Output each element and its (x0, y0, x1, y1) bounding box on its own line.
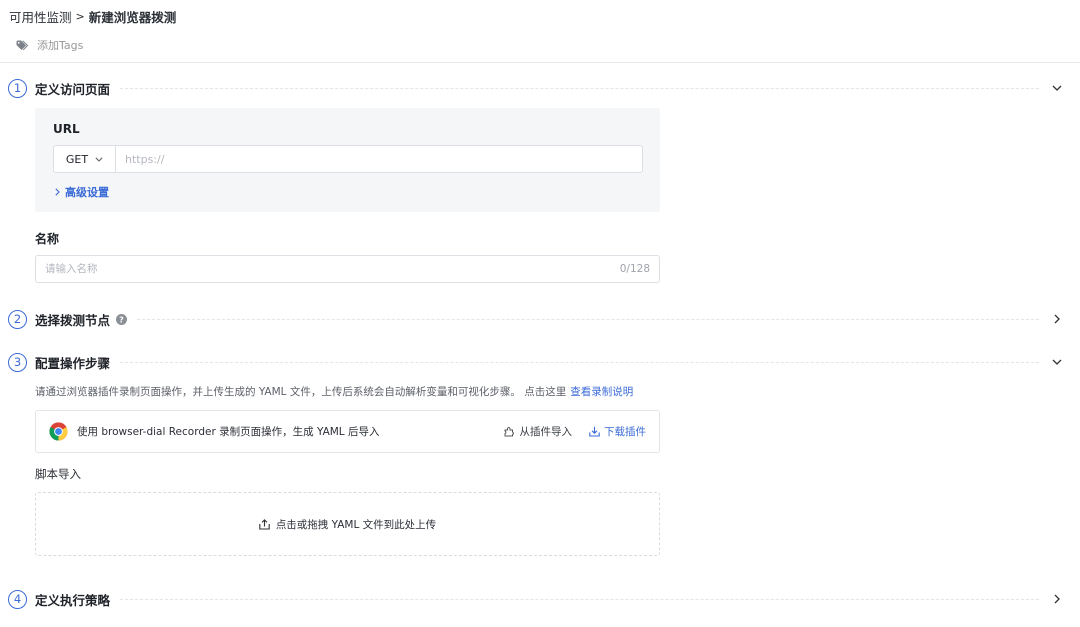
download-plugin-label: 下载插件 (604, 426, 646, 438)
recording-guide-link[interactable]: 查看录制说明 (570, 384, 633, 399)
step-number: 2 (8, 309, 27, 329)
advanced-settings-toggle[interactable]: 高级设置 (55, 184, 109, 200)
add-tags-label: 添加Tags (37, 39, 84, 52)
url-label: URL (53, 122, 80, 136)
breadcrumb: 可用性监测 > 新建浏览器拨测 (9, 7, 176, 26)
import-from-plugin-button[interactable]: 从插件导入 (504, 424, 573, 439)
help-icon[interactable]: ? (116, 313, 128, 325)
steps-description-text: 请通过浏览器插件录制页面操作，并上传生成的 YAML 文件，上传后系统会自动解析… (35, 386, 567, 398)
chrome-icon (49, 422, 68, 441)
step-number: 1 (8, 78, 27, 98)
section-divider (120, 361, 1039, 363)
section-title: 选择拨测节点 (35, 312, 111, 328)
page-title: 新建浏览器拨测 (88, 10, 177, 25)
section-select-nodes[interactable]: 2 选择拨测节点 ? (8, 308, 1063, 330)
name-input[interactable] (36, 263, 620, 275)
chevron-right-icon[interactable] (1051, 593, 1063, 605)
name-char-counter: 0/128 (619, 263, 650, 275)
chevron-down-icon[interactable] (1051, 82, 1063, 94)
step-number: 4 (8, 589, 27, 609)
name-field: 0/128 (35, 255, 660, 283)
section-title: 定义执行策略 (35, 592, 111, 608)
section-execution-policy[interactable]: 4 定义执行策略 (8, 588, 1063, 610)
section-title: 配置操作步骤 (35, 355, 111, 371)
yaml-upload-dropzone[interactable]: 点击或拖拽 YAML 文件到此处上传 (35, 492, 660, 556)
tag-icon (16, 39, 29, 50)
recorder-card: 使用 browser-dial Recorder 录制页面操作，生成 YAML … (35, 410, 660, 453)
url-input-group: GET (53, 145, 643, 173)
section-title: 定义访问页面 (35, 81, 111, 97)
add-tags-button[interactable]: 添加Tags (16, 37, 83, 53)
section-define-page[interactable]: 1 定义访问页面 (8, 77, 1063, 99)
header-divider (0, 62, 1080, 63)
section-divider (120, 87, 1039, 89)
download-icon (589, 426, 600, 437)
svg-text:?: ? (119, 315, 124, 324)
chevron-right-icon (55, 188, 60, 196)
recorder-description: 使用 browser-dial Recorder 录制页面操作，生成 YAML … (77, 426, 380, 438)
breadcrumb-separator: > (75, 10, 85, 23)
steps-description: 请通过浏览器插件录制页面操作，并上传生成的 YAML 文件，上传后系统会自动解析… (35, 384, 633, 399)
section-divider (120, 598, 1039, 600)
download-plugin-button[interactable]: 下载插件 (589, 424, 646, 439)
method-select[interactable]: GET (54, 146, 116, 172)
breadcrumb-root-link[interactable]: 可用性监测 (9, 7, 72, 26)
section-configure-steps[interactable]: 3 配置操作步骤 (8, 351, 1063, 373)
name-label: 名称 (35, 232, 60, 246)
chevron-down-icon[interactable] (1051, 356, 1063, 368)
plugin-icon (504, 427, 514, 437)
step-number: 3 (8, 352, 27, 372)
chevron-right-icon[interactable] (1051, 313, 1063, 325)
method-value: GET (65, 152, 89, 166)
advanced-settings-label: 高级设置 (65, 186, 109, 199)
url-input[interactable] (116, 146, 642, 172)
chevron-down-icon (95, 156, 103, 162)
upload-label: 点击或拖拽 YAML 文件到此处上传 (275, 518, 437, 531)
upload-icon (259, 518, 270, 530)
section-divider (137, 318, 1039, 320)
import-from-plugin-label: 从插件导入 (519, 426, 573, 438)
script-import-label: 脚本导入 (35, 467, 81, 481)
